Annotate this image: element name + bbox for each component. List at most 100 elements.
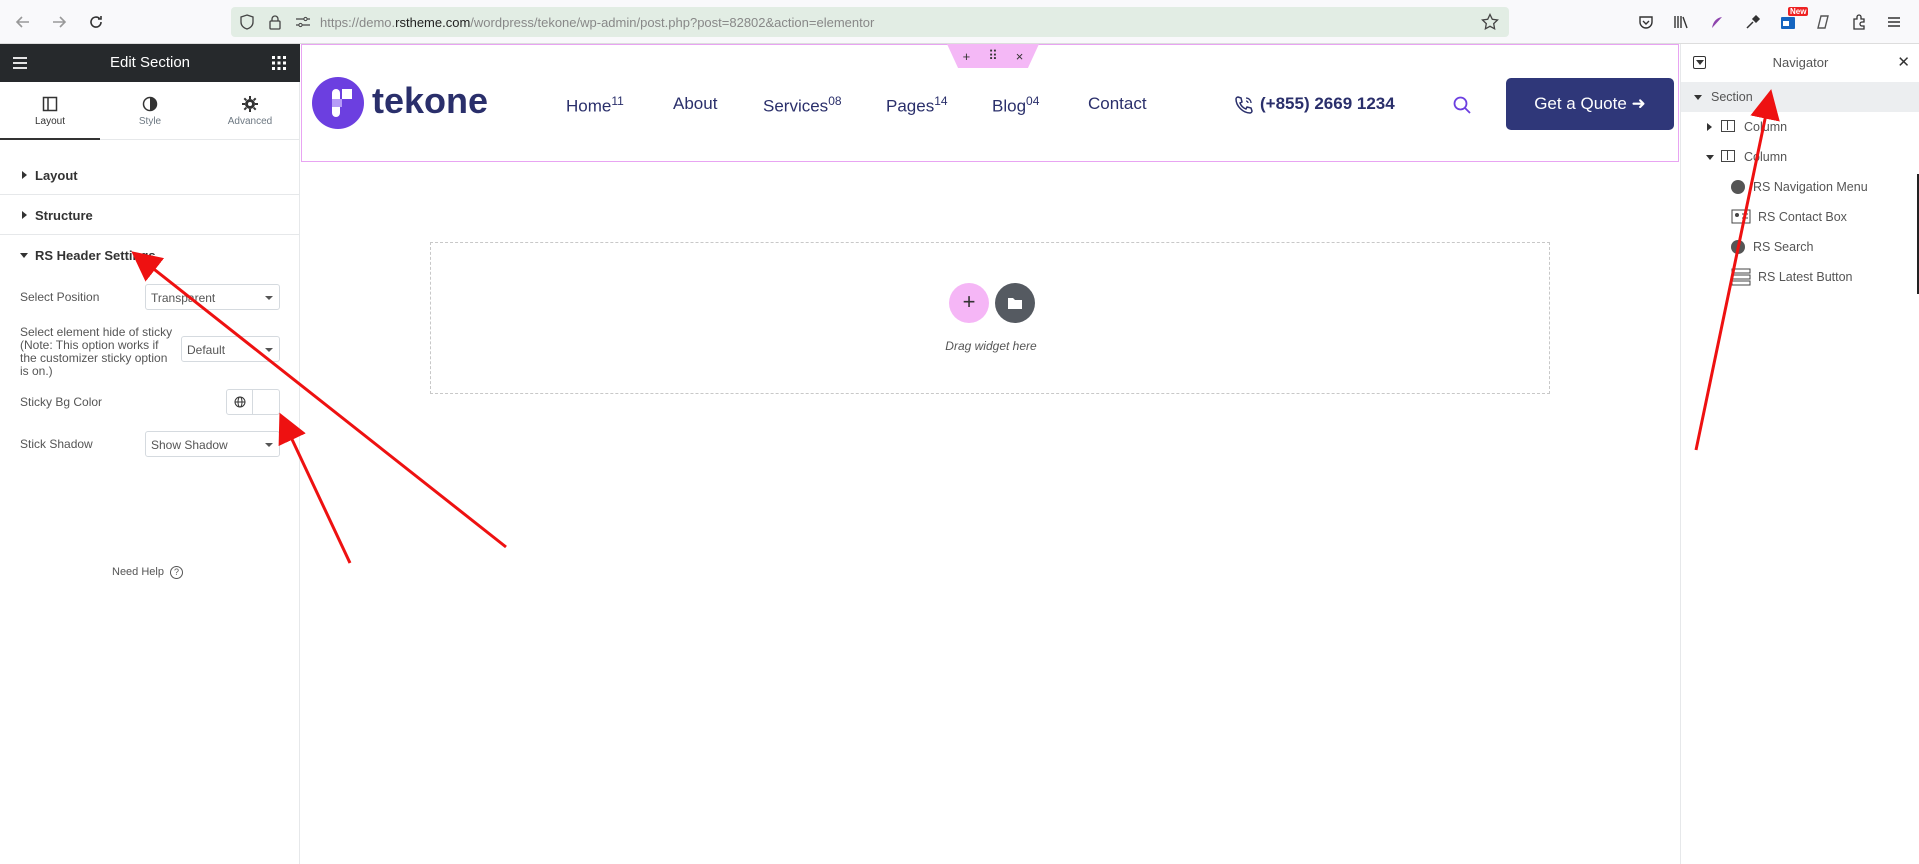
menu-label: Blog [992,96,1027,116]
script-extension-icon[interactable] [1813,11,1835,33]
reload-button[interactable] [85,11,107,33]
need-help-text: Need Help [112,566,164,578]
feather-extension-icon[interactable] [1706,11,1728,33]
section-rs-header-toggle[interactable]: RS Header Settings [0,235,300,275]
new-badge: New [1788,7,1809,16]
nav-item-rs-contact-box[interactable]: RS Contact Box [1681,202,1919,232]
search-icon[interactable] [1452,95,1472,115]
phone-number[interactable]: (+855) 2669 1234 [1260,94,1395,114]
widget-icon [1731,180,1745,194]
add-new-section-button[interactable]: + [949,283,989,323]
nav-item-section[interactable]: Section [1681,82,1919,112]
question-circle-icon: ? [169,566,183,579]
lock-icon [269,15,281,30]
nav-item-rs-navigation-menu[interactable]: RS Navigation Menu [1681,172,1919,202]
column-icon [1721,150,1735,162]
nav-item-label: RS Contact Box [1758,210,1847,224]
extensions-puzzle-icon[interactable] [1848,11,1870,33]
logo-icon [332,89,352,117]
nav-item-rs-search[interactable]: RS Search [1681,232,1919,262]
quote-label: Get a Quote [1534,94,1627,113]
bookmark-star-icon[interactable] [1481,13,1499,31]
drop-hint-text: Drag widget here [945,339,1037,353]
nav-item-column-2[interactable]: Column [1681,142,1919,172]
nav-item-column-1[interactable]: Column [1681,112,1919,142]
nav-item-rs-latest-button[interactable]: RS Latest Button [1681,262,1919,292]
section-label: Structure [35,208,93,223]
select-position-label: Select Position [20,290,100,304]
arrow-right-icon: ➜ [1631,94,1646,113]
phone-icon [1235,96,1253,114]
chevron-down-icon [1706,155,1714,160]
panel-title: Edit Section [109,54,191,71]
library-icon[interactable] [1670,11,1692,33]
logo-text[interactable]: tekone [372,80,488,122]
add-section-icon[interactable]: + [963,49,971,64]
hide-sticky-dropdown[interactable]: Default [181,336,280,362]
get-a-quote-button[interactable]: Get a Quote ➜ [1506,78,1674,130]
global-colors-button[interactable] [227,390,253,414]
eyedropper-icon[interactable] [1742,11,1764,33]
hamburger-menu-icon[interactable] [1883,11,1905,33]
panel-tabs: Layout Style Advanced [0,82,300,140]
section-structure-toggle[interactable]: Structure [0,195,300,235]
label-line: is on.) [20,364,53,378]
forward-button[interactable] [48,11,70,33]
tab-label: Advanced [227,116,273,127]
screen: https://demo.rstheme.com/wordpress/tekon… [0,0,1919,864]
nav-item-label: Section [1711,90,1753,104]
preview-canvas: + ⠿ × tekone Home11 About Services08 Pag… [300,44,1680,864]
caret-right-icon [22,171,27,179]
chevron-down-icon [265,296,273,300]
navigator-header: Navigator ✕ [1681,44,1919,82]
header-section[interactable]: + ⠿ × tekone Home11 About Services08 Pag… [301,44,1679,162]
logo-mark[interactable] [312,77,364,129]
widget-drop-zone[interactable]: + Drag widget here [430,242,1550,394]
close-icon[interactable]: ✕ [1897,53,1910,71]
need-help-link[interactable]: Need Help? [112,566,183,579]
menu-blog[interactable]: Blog04 [992,94,1039,117]
menu-count: 14 [934,94,948,108]
widgets-grid-icon[interactable] [272,56,286,70]
back-arrow-icon [15,16,29,28]
pocket-icon[interactable] [1635,11,1657,33]
menu-contact[interactable]: Contact [1088,94,1147,114]
style-icon [142,96,158,112]
tab-label: Style [138,116,162,127]
menu-pages[interactable]: Pages14 [886,94,948,117]
menu-home[interactable]: Home11 [566,94,624,117]
nav-item-label: Column [1744,120,1788,134]
nav-item-label: RS Search [1753,240,1814,254]
delete-section-icon[interactable]: × [1016,49,1024,64]
contact-card-icon [1731,209,1751,224]
caret-down-icon [20,253,28,258]
tab-layout[interactable]: Layout [0,82,100,140]
menu-count: 11 [611,94,624,108]
layout-icon [42,96,58,112]
address-bar[interactable]: https://demo.rstheme.com/wordpress/tekon… [231,7,1509,37]
browser-toolbar: https://demo.rstheme.com/wordpress/tekon… [0,0,1919,44]
news-extension-icon[interactable]: New [1777,7,1809,33]
select-value: Show Shadow [151,438,228,452]
tab-advanced[interactable]: Advanced [200,82,300,140]
stick-shadow-label: Stick Shadow [20,437,93,451]
drag-section-icon[interactable]: ⠿ [988,48,998,64]
chevron-down-icon [1694,95,1702,100]
menu-services[interactable]: Services08 [763,94,842,117]
menu-about[interactable]: About [673,94,717,114]
select-position-dropdown[interactable]: Transparent [145,284,280,310]
editor-panel: Edit Section Layout Style Advanced Layou… [0,44,300,864]
section-label: RS Header Settings [35,248,156,263]
sticky-bg-color-picker[interactable] [226,389,280,415]
section-layout-toggle[interactable]: Layout [0,155,300,195]
back-button[interactable] [12,11,34,33]
menu-label: Pages [886,96,935,116]
add-template-button[interactable] [995,283,1035,323]
forward-arrow-icon [53,16,67,28]
select-value: Transparent [151,291,216,305]
menu-label: Services [763,96,829,116]
nav-item-label: Column [1744,150,1788,164]
tab-label: Layout [34,116,66,127]
tab-style[interactable]: Style [100,82,200,140]
stick-shadow-dropdown[interactable]: Show Shadow [145,431,280,457]
